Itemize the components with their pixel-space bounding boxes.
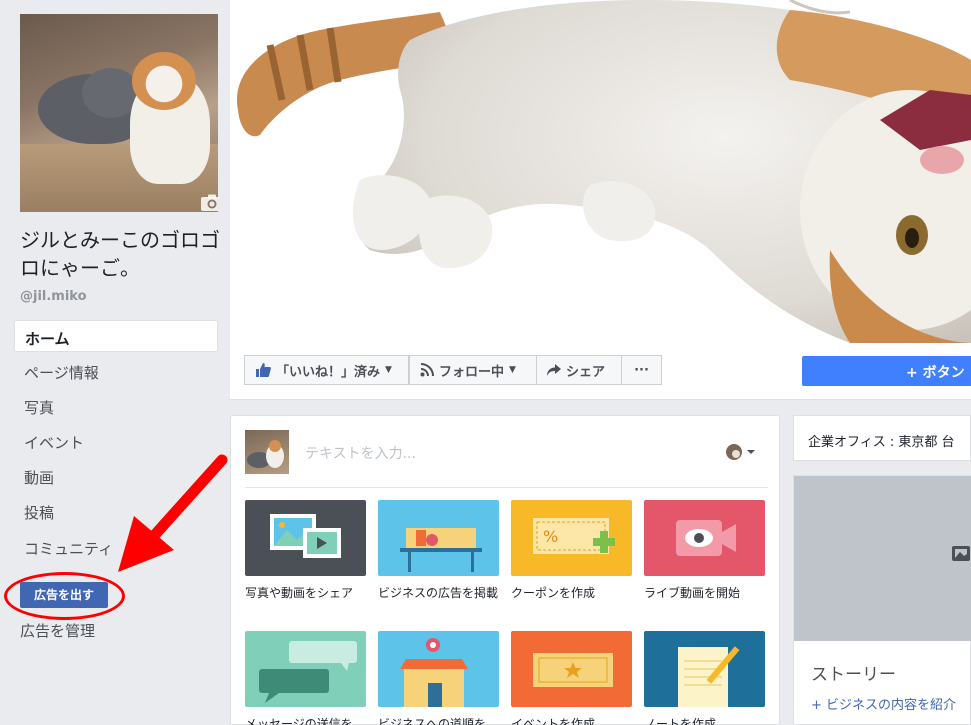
divider — [245, 487, 768, 488]
svg-text:%: % — [543, 527, 558, 546]
highlight-circle — [4, 572, 125, 620]
story-image-placeholder[interactable] — [794, 476, 971, 641]
page-handle[interactable]: @jil.miko — [20, 289, 87, 304]
tile-label: ビジネスの広告を掲載 — [378, 586, 499, 600]
story-add-link[interactable]: + ビジネスの内容を紹介 — [811, 694, 956, 713]
tile-send-message[interactable]: メッセージの送信を — [245, 631, 366, 725]
sidebar-item-photos[interactable]: 写真 — [14, 390, 218, 422]
rss-icon — [420, 363, 434, 377]
tile-label: ノートを作成 — [644, 717, 717, 725]
tile-create-note[interactable]: ノートを作成 — [644, 631, 765, 725]
note-icon — [678, 646, 740, 707]
sidebar-item-home[interactable]: ホーム — [14, 320, 218, 352]
share-label: シェア — [566, 364, 606, 380]
coupon-icon: % — [533, 518, 615, 554]
red-arrow-annotation — [118, 454, 228, 572]
more-options-button[interactable]: ··· — [621, 355, 662, 385]
tile-create-event[interactable]: イベントを作成 — [511, 631, 632, 725]
tile-label: メッセージの送信を — [245, 717, 353, 725]
tile-label: ビジネスへの道順を — [378, 717, 487, 725]
store-location-icon — [400, 638, 468, 707]
post-composer: テキストを入力... 写真や動画をシェア ビジネスの広告を掲載 % クーポンを作… — [230, 415, 780, 725]
avatar — [245, 430, 289, 474]
story-panel: ストーリー + ビジネスの内容を紹介 — [793, 475, 971, 725]
sidebar-item-about[interactable]: ページ情報 — [14, 355, 218, 387]
share-arrow-icon — [547, 364, 561, 376]
photo-video-icon — [270, 514, 341, 558]
chevron-down-icon: ▼ — [385, 365, 392, 375]
shop-counter-icon — [400, 528, 482, 572]
page-action-bar: 「いいね！」済み ▼ フォロー中 ▼ シェア ··· + ボタン — [230, 343, 971, 400]
photo-icon — [952, 546, 970, 561]
manage-ads-link[interactable]: 広告を管理 — [20, 620, 95, 641]
tile-start-live-video[interactable]: ライブ動画を開始 — [644, 500, 765, 601]
tile-create-coupon[interactable]: % クーポンを作成 — [511, 500, 632, 601]
left-sidebar: ジルとみーこのゴロゴロにゃーご。 @jil.miko ホーム ページ情報 写真 … — [0, 0, 230, 725]
cover-photo[interactable] — [230, 0, 971, 343]
liked-button[interactable]: 「いいね！」済み ▼ — [244, 355, 409, 385]
tile-directions[interactable]: ビジネスへの道順を — [378, 631, 499, 725]
office-info: 企業オフィス : 東京都 台 — [793, 415, 971, 461]
message-icon — [259, 641, 357, 703]
chevron-down-icon: ▼ — [509, 365, 516, 375]
more-icon: ··· — [634, 362, 649, 378]
profile-picture[interactable] — [20, 14, 218, 212]
tile-label: クーポンを作成 — [511, 586, 596, 600]
tile-label: イベントを作成 — [511, 717, 596, 725]
liked-label: 「いいね！」済み — [276, 364, 381, 380]
add-button[interactable]: + ボタン — [802, 356, 971, 386]
live-video-icon — [676, 520, 736, 556]
following-button[interactable]: フォロー中 ▼ — [409, 355, 537, 385]
page-title[interactable]: ジルとみーこのゴロゴロにゃーご。 — [20, 226, 225, 282]
camera-icon[interactable] — [200, 194, 218, 212]
composer-input[interactable]: テキストを入力... — [305, 443, 416, 463]
ticket-icon — [533, 653, 613, 687]
share-button[interactable]: シェア — [536, 355, 622, 385]
tile-advertise-business[interactable]: ビジネスの広告を掲載 — [378, 500, 499, 601]
following-label: フォロー中 — [439, 364, 505, 380]
tile-share-photo-video[interactable]: 写真や動画をシェア — [245, 500, 366, 601]
cat-cover-image — [236, 0, 971, 343]
post-as-selector[interactable] — [725, 443, 757, 461]
story-title: ストーリー — [811, 665, 896, 685]
tile-label: ライブ動画を開始 — [644, 586, 741, 600]
thumbs-up-icon — [256, 363, 271, 377]
tile-label: 写真や動画をシェア — [245, 586, 354, 600]
